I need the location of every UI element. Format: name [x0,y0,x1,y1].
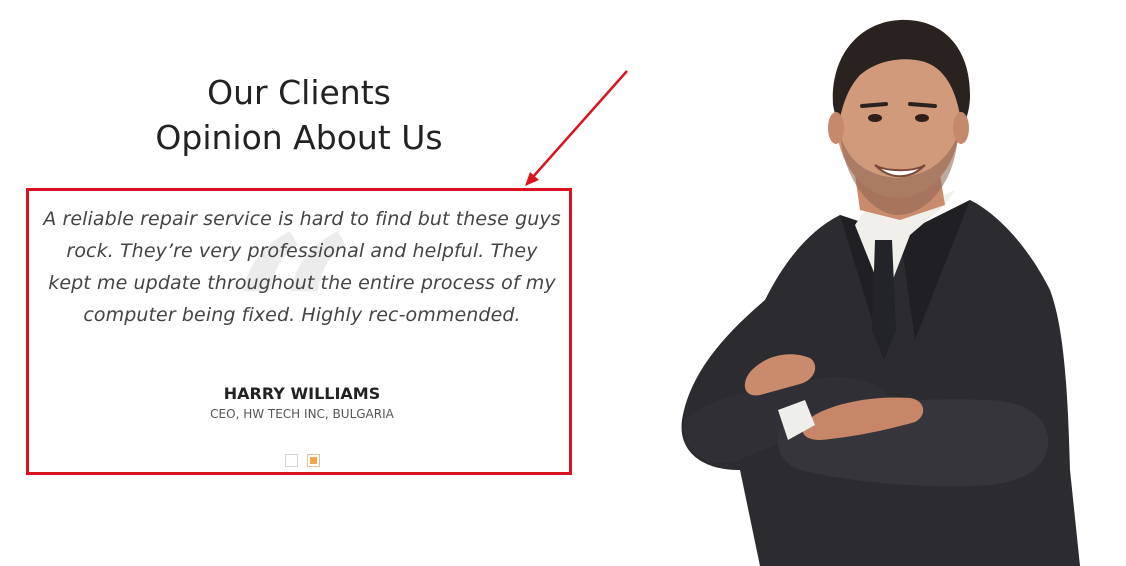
slider-dot-2-active[interactable] [307,454,320,467]
testimonial-section: Our Clients Opinion About Us “ A reliabl… [0,0,1126,566]
heading-line-1: Our Clients [207,73,391,112]
slider-pagination [285,454,320,467]
client-photo [681,19,1080,566]
testimonial-card: “ A reliable repair service is hard to f… [26,188,572,475]
author-name: HARRY WILLIAMS [223,384,381,403]
slider-dot-1[interactable] [285,454,298,467]
section-heading: Our Clients Opinion About Us [26,70,572,160]
heading-line-2: Opinion About Us [155,118,443,157]
author-title: CEO, HW TECH INC, BULGARIA [210,407,394,421]
testimonial-quote: A reliable repair service is hard to fin… [43,208,561,326]
